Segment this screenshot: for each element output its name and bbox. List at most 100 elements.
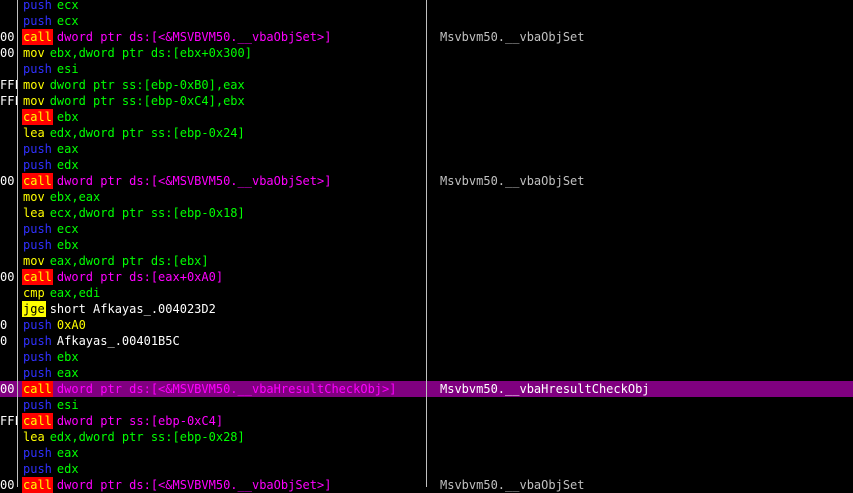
instruction-cell: push ecx: [22, 13, 79, 29]
instruction-cell: push eax: [22, 445, 79, 461]
instruction-cell: mov eax,dword ptr ds:[ebx]: [22, 253, 209, 269]
mnemonic: call: [22, 173, 53, 189]
operands: esi: [56, 398, 79, 412]
operands: ebx: [56, 110, 79, 124]
mnemonic: call: [22, 381, 53, 397]
instruction-cell: mov dword ptr ss:[ebp-0xB0],eax: [22, 77, 245, 93]
mnemonic: call: [22, 269, 53, 285]
address-cell: 00: [0, 270, 15, 284]
instruction-cell: lea ecx,dword ptr ss:[ebp-0x18]: [22, 205, 245, 221]
instruction-cell: push Afkayas_.00401B5C: [22, 333, 180, 349]
address-cell: 00: [0, 382, 15, 396]
mnemonic: push: [23, 14, 52, 28]
operands: eax: [56, 142, 79, 156]
operands: dword ptr ss:[ebp-0xC4]: [56, 414, 224, 428]
address-cell: 00: [0, 174, 15, 188]
instruction-cell: push esi: [22, 61, 79, 77]
mnemonic: jge: [22, 301, 46, 317]
mnemonic: lea: [23, 206, 45, 220]
mnemonic: mov: [23, 190, 45, 204]
operands: edx: [56, 462, 79, 476]
operands: dword ptr ss:[ebp-0xB0],eax: [49, 78, 245, 92]
operands: esi: [56, 62, 79, 76]
mnemonic: mov: [23, 254, 45, 268]
instruction-cell: mov ebx,eax: [22, 189, 100, 205]
instruction-cell: push ecx: [22, 221, 79, 237]
comment-cell: Msvbvm50.__vbaHresultCheckObj: [440, 382, 650, 396]
instruction-cell: cmp eax,edi: [22, 285, 100, 301]
operands: dword ptr ss:[ebp-0xC4],ebx: [49, 94, 245, 108]
instruction-cell: lea edx,dword ptr ss:[ebp-0x24]: [22, 125, 245, 141]
instruction-cell: call dword ptr ss:[ebp-0xC4]: [22, 413, 223, 429]
operands: eax: [56, 446, 79, 460]
instruction-cell: mov dword ptr ss:[ebp-0xC4],ebx: [22, 93, 245, 109]
instruction-cell: mov ebx,dword ptr ds:[ebx+0x300]: [22, 45, 252, 61]
mnemonic: push: [23, 446, 52, 460]
operands: ecx,dword ptr ss:[ebp-0x18]: [49, 206, 245, 220]
mnemonic: call: [22, 109, 53, 125]
operands: ecx: [56, 0, 79, 12]
operands: edx: [56, 158, 79, 172]
operands: dword ptr ds:[<&MSVBVM50.__vbaObjSet>]: [56, 478, 332, 492]
address-cell: 0: [0, 334, 8, 348]
operands: 0xA0: [56, 318, 86, 332]
instruction-cell: push esi: [22, 397, 79, 413]
address-cell: 0: [0, 318, 8, 332]
instruction-cell: push eax: [22, 365, 79, 381]
instruction-cell: call dword ptr ds:[<&MSVBVM50.__vbaObjSet…: [22, 173, 331, 189]
mnemonic: push: [23, 350, 52, 364]
comment-cell: Msvbvm50.__vbaObjSet: [440, 174, 585, 188]
instruction-cell: push edx: [22, 157, 79, 173]
comment-column-separator: [426, 0, 427, 487]
operands: eax: [56, 366, 79, 380]
mnemonic: cmp: [23, 286, 45, 300]
instruction-cell: call dword ptr ds:[<&MSVBVM50.__vbaObjSet…: [22, 29, 331, 45]
instruction-cell: call dword ptr ds:[eax+0xA0]: [22, 269, 223, 285]
operands: dword ptr ds:[<&MSVBVM50.__vbaHresultChe…: [56, 382, 397, 396]
operands: ebx,eax: [49, 190, 101, 204]
instruction-cell: jge short Afkayas_.004023D2: [22, 301, 216, 317]
address-column-separator: [17, 0, 18, 487]
instruction-cell: push edx: [22, 461, 79, 477]
mnemonic: push: [23, 238, 52, 252]
operands: ecx: [56, 14, 79, 28]
mnemonic: push: [23, 366, 52, 380]
mnemonic: lea: [23, 126, 45, 140]
operands: ebx: [56, 238, 79, 252]
mnemonic: call: [22, 477, 53, 493]
operands: eax,edi: [49, 286, 101, 300]
operands: dword ptr ds:[eax+0xA0]: [56, 270, 224, 284]
instruction-cell: push eax: [22, 141, 79, 157]
address-cell: 00: [0, 478, 15, 492]
operands: edx,dword ptr ss:[ebp-0x24]: [49, 126, 245, 140]
mnemonic: call: [22, 413, 53, 429]
comment-cell: Msvbvm50.__vbaObjSet: [440, 30, 585, 44]
operands: Afkayas_.00401B5C: [56, 334, 180, 348]
instruction-cell: push ebx: [22, 237, 79, 253]
mnemonic: push: [23, 462, 52, 476]
address-cell: FFF: [0, 94, 17, 108]
mnemonic: push: [23, 222, 52, 236]
mnemonic: push: [23, 318, 52, 332]
address-cell: FFF: [0, 78, 17, 92]
mnemonic: push: [23, 62, 52, 76]
mnemonic: call: [22, 29, 53, 45]
operands: dword ptr ds:[<&MSVBVM50.__vbaObjSet>]: [56, 30, 332, 44]
mnemonic: mov: [23, 94, 45, 108]
mnemonic: push: [23, 142, 52, 156]
comment-cell: Msvbvm50.__vbaObjSet: [440, 478, 585, 492]
operands: edx,dword ptr ss:[ebp-0x28]: [49, 430, 245, 444]
mnemonic: push: [23, 334, 52, 348]
mnemonic: mov: [23, 46, 45, 60]
mnemonic: mov: [23, 78, 45, 92]
mnemonic: push: [23, 158, 52, 172]
operands: ebx,dword ptr ds:[ebx+0x300]: [49, 46, 252, 60]
operands: dword ptr ds:[<&MSVBVM50.__vbaObjSet>]: [56, 174, 332, 188]
address-cell: FFF: [0, 414, 17, 428]
instruction-cell: call dword ptr ds:[<&MSVBVM50.__vbaObjSet…: [22, 477, 331, 493]
instruction-cell: lea edx,dword ptr ss:[ebp-0x28]: [22, 429, 245, 445]
instruction-cell: call dword ptr ds:[<&MSVBVM50.__vbaHresul…: [22, 381, 396, 397]
mnemonic: lea: [23, 430, 45, 444]
address-cell: 00: [0, 46, 15, 60]
instruction-cell: call ebx: [22, 109, 79, 125]
